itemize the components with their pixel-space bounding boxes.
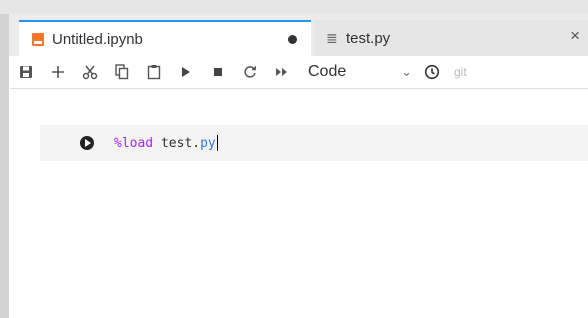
left-panel-border bbox=[0, 14, 9, 318]
window-top-strip bbox=[0, 0, 588, 14]
run-cell-icon[interactable] bbox=[80, 136, 94, 150]
run-all-icon[interactable] bbox=[266, 67, 298, 77]
tab-label: Untitled.ipynb bbox=[52, 30, 143, 48]
stop-icon[interactable] bbox=[202, 67, 234, 77]
tab-test-py[interactable]: ≣ test.py × bbox=[314, 20, 588, 56]
tab-bar: Untitled.ipynb ≣ test.py × bbox=[9, 14, 588, 56]
tab-label: test.py bbox=[346, 29, 391, 47]
notebook-icon bbox=[32, 32, 44, 46]
unsaved-dot-icon[interactable] bbox=[288, 35, 297, 44]
text-file-icon: ≣ bbox=[326, 29, 338, 46]
add-cell-icon[interactable] bbox=[42, 65, 74, 79]
cell-editor[interactable]: %load test. py bbox=[114, 135, 218, 151]
clock-icon[interactable] bbox=[416, 64, 448, 80]
notebook-panel: %load test. py bbox=[10, 89, 588, 318]
close-icon[interactable]: × bbox=[570, 26, 580, 46]
file-extension: py bbox=[200, 135, 216, 151]
notebook-toolbar: Code ⌄ git bbox=[10, 56, 588, 89]
chevron-down-icon: ⌄ bbox=[401, 64, 412, 79]
copy-icon[interactable] bbox=[106, 64, 138, 80]
save-icon[interactable] bbox=[10, 65, 42, 79]
magic-command: %load bbox=[114, 135, 154, 151]
cell-type-value: Code bbox=[308, 63, 347, 80]
run-icon[interactable] bbox=[170, 66, 202, 78]
tab-untitled-notebook[interactable]: Untitled.ipynb bbox=[19, 20, 311, 56]
code-cell[interactable]: %load test. py bbox=[40, 125, 588, 161]
code-text: test. bbox=[153, 135, 201, 151]
cell-type-dropdown[interactable]: Code ⌄ bbox=[308, 63, 416, 81]
paste-icon[interactable] bbox=[138, 64, 170, 80]
restart-icon[interactable] bbox=[234, 65, 266, 79]
cut-icon[interactable] bbox=[74, 64, 106, 80]
text-cursor bbox=[216, 135, 218, 151]
git-button[interactable]: git bbox=[454, 65, 467, 79]
